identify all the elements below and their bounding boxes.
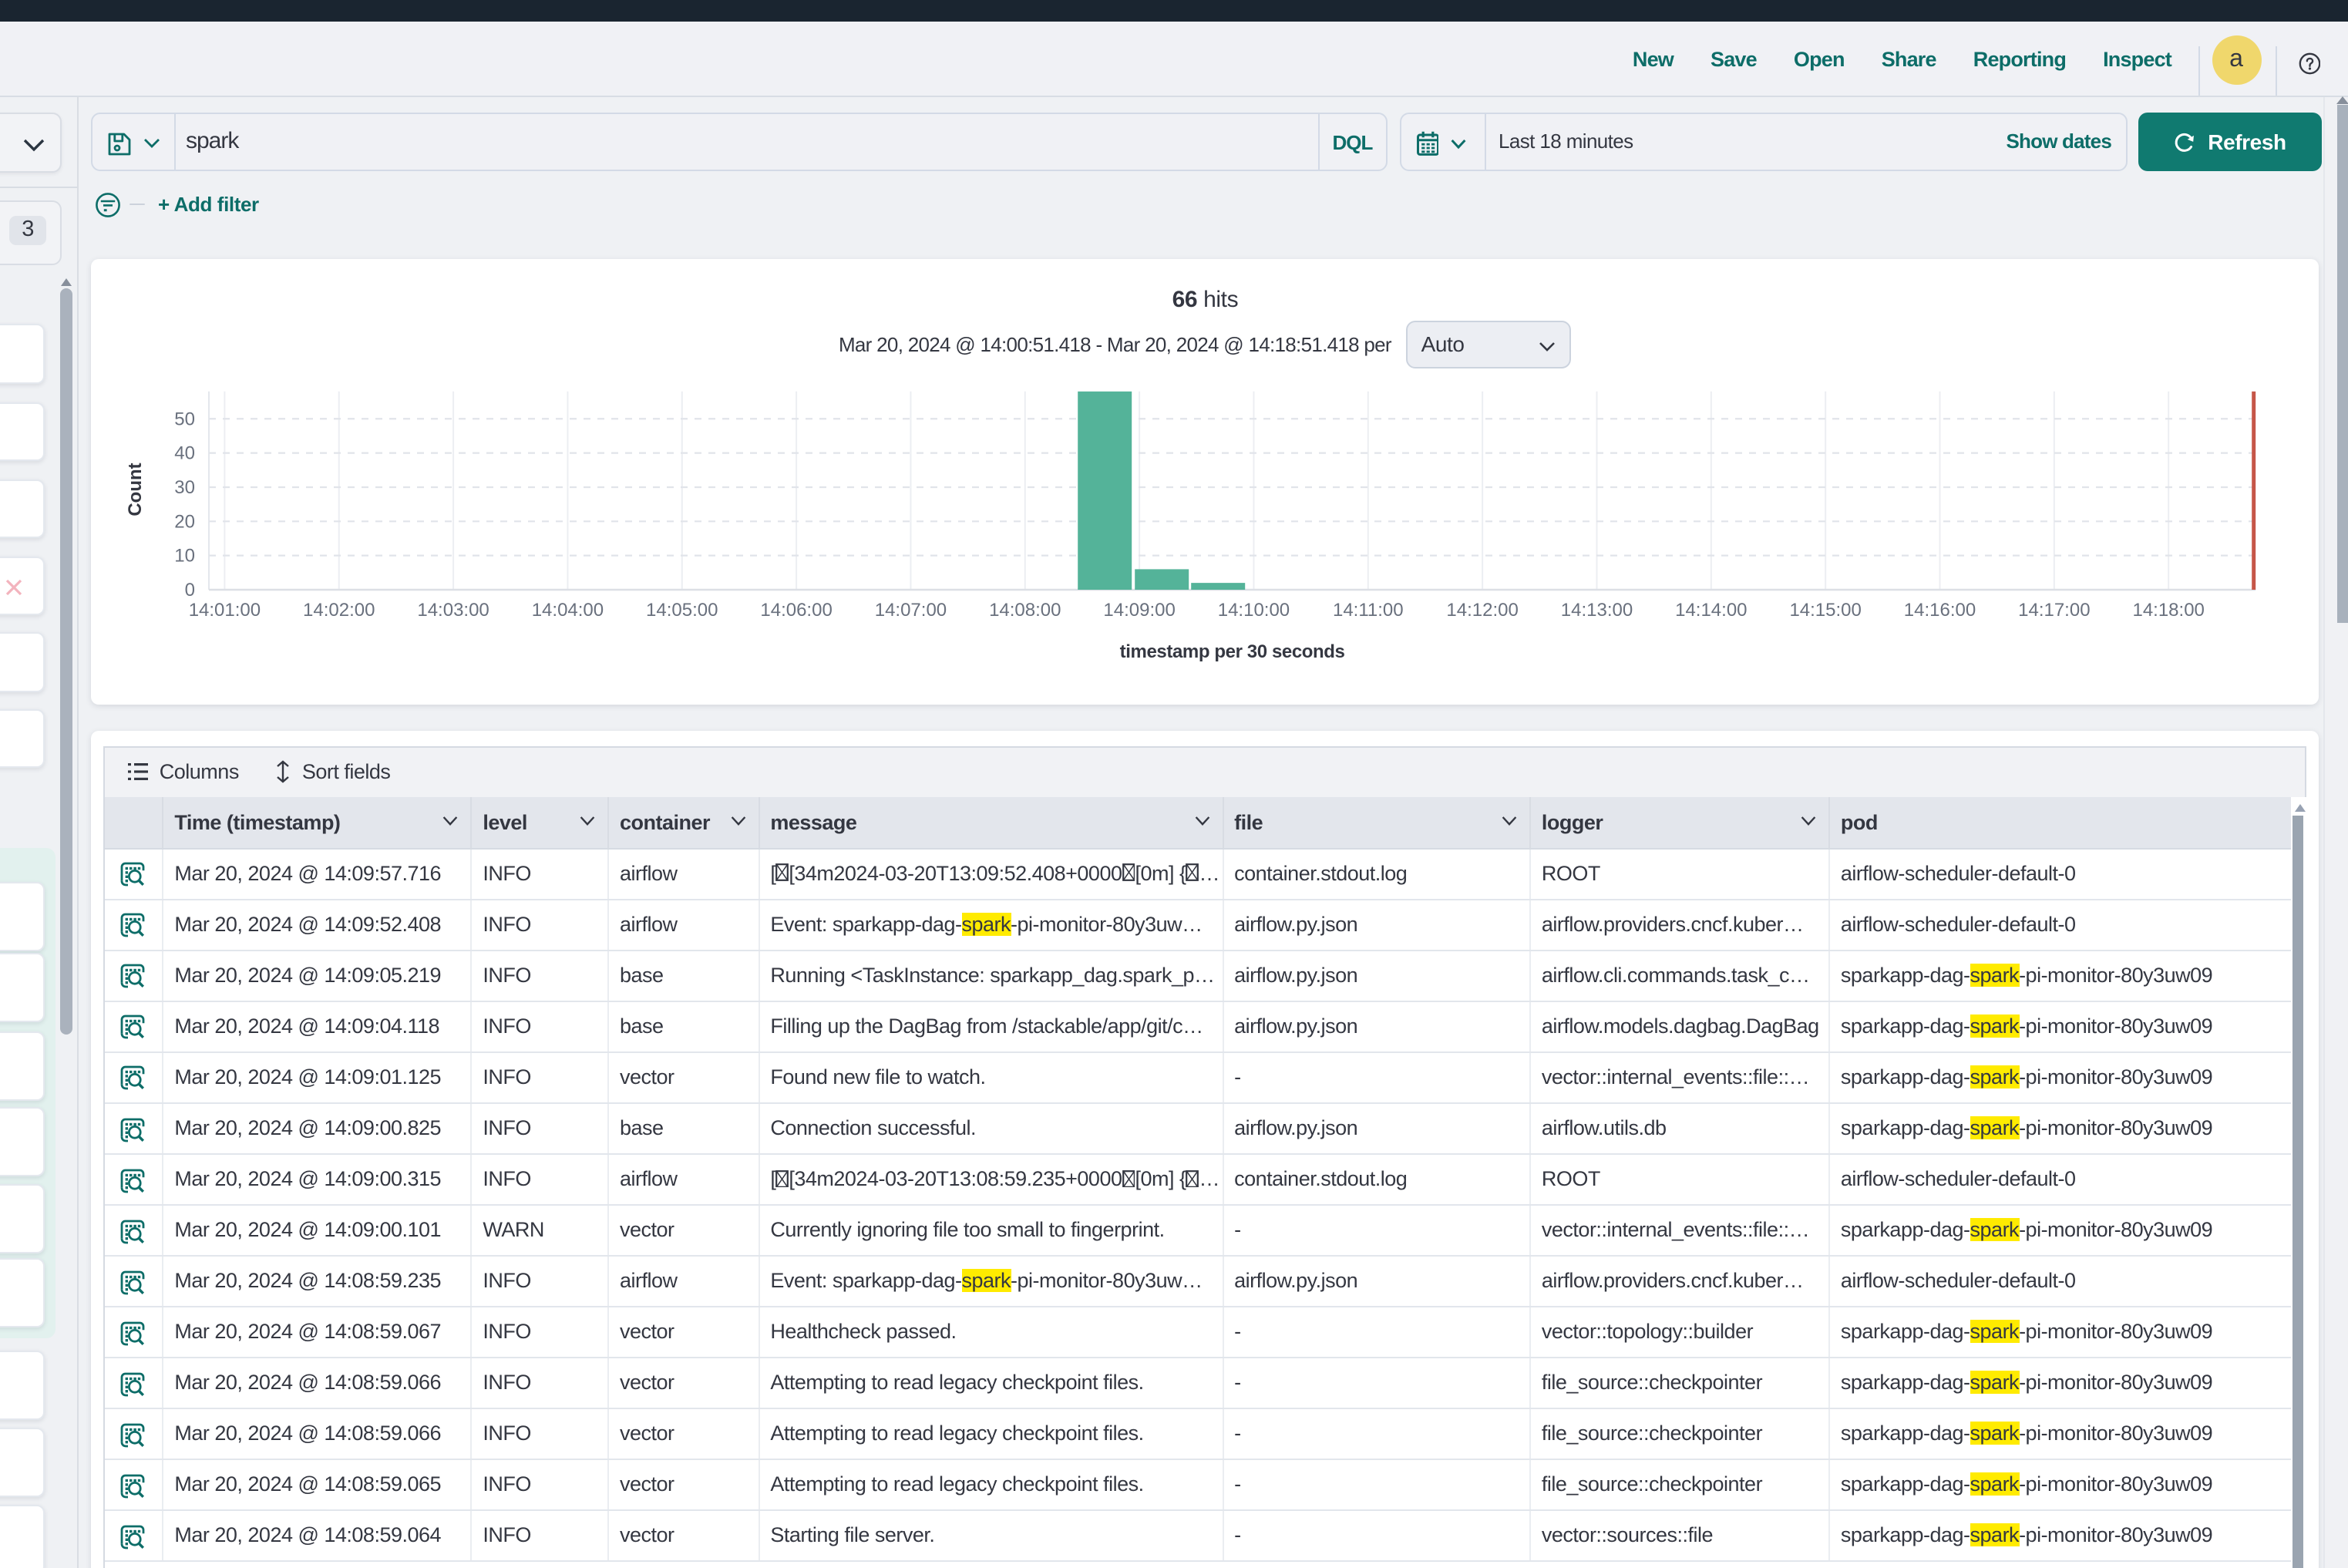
svg-text:14:09:00: 14:09:00 [1103,599,1175,620]
svg-text:10: 10 [174,545,195,566]
svg-text:50: 50 [174,408,195,429]
svg-text:14:04:00: 14:04:00 [531,599,603,620]
svg-text:14:15:00: 14:15:00 [1789,599,1861,620]
svg-text:14:05:00: 14:05:00 [646,599,718,620]
svg-text:14:18:00: 14:18:00 [2132,599,2204,620]
svg-text:14:13:00: 14:13:00 [1561,599,1633,620]
svg-text:20: 20 [174,510,195,531]
svg-text:14:06:00: 14:06:00 [760,599,832,620]
svg-text:40: 40 [174,442,195,463]
svg-text:14:11:00: 14:11:00 [1333,599,1404,620]
svg-text:14:01:00: 14:01:00 [188,599,260,620]
svg-text:14:14:00: 14:14:00 [1675,599,1747,620]
svg-text:14:16:00: 14:16:00 [1904,599,1976,620]
svg-text:Count: Count [125,462,146,515]
svg-text:14:02:00: 14:02:00 [303,599,375,620]
svg-text:14:10:00: 14:10:00 [1218,599,1290,620]
svg-text:14:08:00: 14:08:00 [989,599,1061,620]
svg-text:14:07:00: 14:07:00 [875,599,947,620]
svg-text:30: 30 [174,476,195,497]
svg-text:14:12:00: 14:12:00 [1446,599,1518,620]
svg-text:14:03:00: 14:03:00 [417,599,489,620]
svg-text:timestamp per 30 seconds: timestamp per 30 seconds [1119,641,1344,661]
svg-text:14:17:00: 14:17:00 [2018,599,2090,620]
svg-text:0: 0 [184,579,194,600]
